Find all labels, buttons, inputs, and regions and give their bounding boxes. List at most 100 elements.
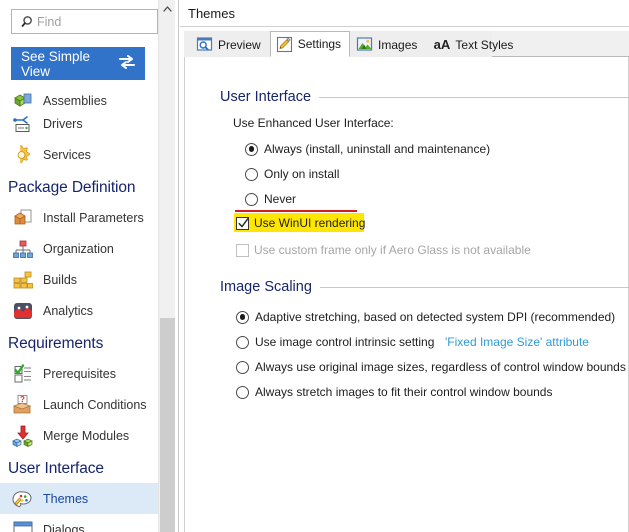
merge-modules-icon	[12, 425, 34, 447]
radio-always[interactable]: Always (install, uninstall and maintenan…	[245, 142, 490, 156]
sidebar-nav-list: Assemblies Drivers Services Package Defi…	[0, 84, 158, 532]
images-icon	[356, 36, 373, 53]
checkbox-use-custom-frame: Use custom frame only if Aero Glass is n…	[236, 243, 531, 257]
checkbox-label: Use WinUI rendering	[254, 216, 366, 230]
sidebar-item-analytics[interactable]: Analytics	[0, 295, 158, 326]
prerequisites-icon	[12, 363, 34, 385]
radio-button-icon[interactable]	[245, 192, 258, 206]
preview-icon	[196, 36, 213, 53]
radio-label: Always (install, uninstall and maintenan…	[264, 142, 491, 156]
sidebar-group-requirements: Requirements	[8, 335, 104, 352]
fixed-image-size-attribute-link[interactable]: 'Fixed Image Size' attribute	[445, 335, 589, 349]
analytics-icon	[12, 300, 34, 322]
sidebar-group-user-interface: User Interface	[8, 460, 104, 477]
sidebar-item-label: Dialogs	[43, 522, 85, 532]
page-title: Themes	[188, 6, 235, 21]
checkbox-label: Use custom frame only if Aero Glass is n…	[254, 243, 531, 257]
app-window: See Simple View Asse	[0, 0, 629, 532]
radio-intrinsic-setting[interactable]: Use image control intrinsic setting	[236, 335, 434, 349]
tab-images[interactable]: Images	[350, 32, 426, 57]
tab-label: Text Styles	[455, 37, 514, 52]
themes-icon	[12, 488, 34, 510]
search-input[interactable]	[37, 14, 147, 29]
radio-button-icon[interactable]	[236, 385, 249, 399]
svg-text:?: ?	[20, 395, 25, 404]
sidebar-item-label: Services	[43, 147, 91, 162]
swap-arrows-icon	[119, 54, 135, 73]
tab-settings[interactable]: Settings	[269, 31, 351, 57]
drivers-icon	[12, 113, 34, 135]
radio-adaptive-stretching[interactable]: Adaptive stretching, based on detected s…	[236, 310, 615, 324]
radio-button-icon[interactable]	[245, 167, 258, 181]
dialogs-icon	[12, 519, 34, 532]
tab-preview[interactable]: Preview	[190, 32, 270, 57]
tab-label: Images	[378, 37, 418, 52]
sidebar-item-dialogs[interactable]: Dialogs	[0, 514, 158, 532]
group-title: User Interface	[220, 89, 312, 105]
group-rule	[319, 96, 629, 98]
radio-button-icon[interactable]	[236, 335, 249, 349]
radio-label: Adaptive stretching, based on detected s…	[255, 310, 616, 324]
checkbox-use-winui-rendering[interactable]: Use WinUI rendering	[234, 210, 366, 232]
radio-label: Never	[264, 192, 297, 206]
settings-pencil-icon	[276, 36, 293, 53]
use-enhanced-ui-label: Use Enhanced User Interface:	[233, 116, 394, 130]
radio-label: Use image control intrinsic setting	[255, 335, 435, 349]
radio-only-on-install[interactable]: Only on install	[245, 167, 339, 181]
checkbox-icon[interactable]	[236, 216, 249, 230]
sidebar-item-label: Builds	[43, 272, 78, 287]
sidebar-item-label: Assemblies	[43, 94, 107, 108]
checkbox-icon	[236, 243, 249, 257]
sidebar-item-organization[interactable]: Organization	[0, 233, 158, 264]
sidebar-item-install-parameters[interactable]: Install Parameters	[0, 202, 158, 233]
sidebar-item-label: Prerequisites	[43, 366, 116, 381]
radio-button-icon[interactable]	[245, 142, 258, 156]
panel-divider	[175, 0, 179, 532]
see-simple-view-button[interactable]: See Simple View	[11, 47, 145, 80]
sidebar-item-label: Install Parameters	[43, 210, 144, 225]
group-rule	[319, 286, 629, 288]
search-box[interactable]	[11, 9, 158, 34]
builds-icon	[12, 269, 34, 291]
radio-button-icon[interactable]	[236, 360, 249, 374]
image-scaling-group-header: Image Scaling	[220, 279, 629, 295]
radio-never[interactable]: Never	[245, 192, 296, 206]
sidebar-item-label: Launch Conditions	[43, 397, 147, 412]
radio-button-icon[interactable]	[236, 310, 249, 324]
sidebar-item-prerequisites[interactable]: Prerequisites	[0, 358, 158, 389]
radio-label: Always use original image sizes, regardl…	[255, 360, 626, 374]
tab-list: Preview Settings Images aA Text Styles	[190, 31, 522, 57]
organization-icon	[12, 238, 34, 260]
sidebar-item-services[interactable]: Services	[0, 139, 158, 170]
radio-label: Always stretch images to fit their contr…	[255, 385, 553, 399]
tab-label: Settings	[297, 37, 342, 51]
services-icon	[12, 144, 34, 166]
tab-label: Preview	[218, 37, 261, 52]
settings-tab-panel: User Interface Use Enhanced User Interfa…	[184, 57, 629, 532]
launch-conditions-icon: ?	[12, 394, 34, 416]
sidebar-item-label: Themes	[43, 491, 89, 506]
sidebar-item-label: Analytics	[43, 303, 94, 318]
tab-text-styles[interactable]: aA Text Styles	[426, 32, 522, 57]
sidebar-group-package-definition: Package Definition	[8, 179, 136, 196]
sidebar-item-themes[interactable]: Themes	[0, 483, 158, 514]
radio-stretch-to-fit[interactable]: Always stretch images to fit their contr…	[236, 385, 552, 399]
group-title: Image Scaling	[220, 279, 312, 295]
see-simple-view-label: See Simple View	[21, 48, 91, 79]
sidebar-item-assemblies[interactable]: Assemblies	[0, 84, 158, 108]
search-icon	[17, 15, 37, 28]
sidebar-item-label: Merge Modules	[43, 428, 130, 443]
sidebar-scrollbar-thumb[interactable]	[160, 318, 175, 532]
sidebar-item-drivers[interactable]: Drivers	[0, 108, 158, 139]
assemblies-icon	[12, 86, 34, 108]
sidebar-item-launch-conditions[interactable]: ? Launch Conditions	[0, 389, 158, 420]
radio-original-image-sizes[interactable]: Always use original image sizes, regardl…	[236, 360, 626, 374]
aA-text-icon: aA	[433, 37, 451, 52]
chevron-up-icon[interactable]	[159, 0, 175, 17]
install-parameters-icon	[12, 207, 34, 229]
sidebar-item-builds[interactable]: Builds	[0, 264, 158, 295]
sidebar-scrollbar[interactable]	[158, 0, 175, 532]
radio-label: Only on install	[264, 167, 340, 181]
sidebar-item-label: Drivers	[43, 116, 83, 131]
sidebar-item-merge-modules[interactable]: Merge Modules	[0, 420, 158, 451]
